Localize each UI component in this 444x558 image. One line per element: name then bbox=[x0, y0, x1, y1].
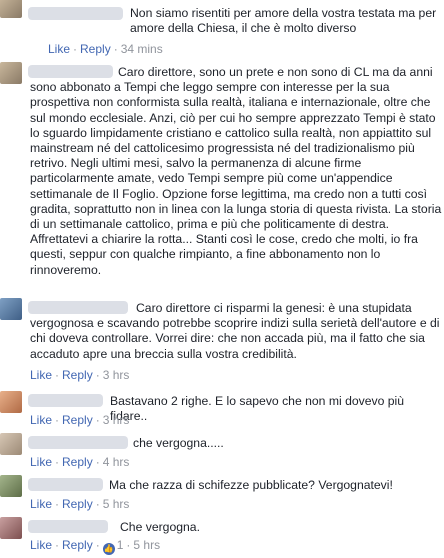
timestamp[interactable]: 5 hrs bbox=[103, 497, 130, 511]
avatar[interactable] bbox=[0, 62, 22, 84]
comment-actions: Like · Reply · 👍 1 · 5 hrs bbox=[30, 538, 160, 555]
separator: · bbox=[95, 413, 100, 427]
separator: · bbox=[95, 368, 100, 382]
like-button[interactable]: Like bbox=[30, 368, 52, 382]
like-button[interactable]: Like bbox=[30, 413, 52, 427]
reply-button[interactable]: Reply bbox=[62, 497, 93, 511]
separator: · bbox=[55, 455, 60, 469]
timestamp[interactable]: 34 mins bbox=[121, 42, 163, 56]
avatar[interactable] bbox=[0, 0, 22, 18]
comment-text: Caro direttore ci risparmi la genesi: è … bbox=[30, 301, 440, 361]
comment-text: Bastavano 2 righe. E lo sapevo che non m… bbox=[110, 394, 405, 424]
separator: · bbox=[55, 538, 60, 552]
comment-actions: Like · Reply · 34 mins bbox=[48, 42, 163, 56]
avatar[interactable] bbox=[0, 298, 22, 320]
comment-text: Che vergogna. bbox=[120, 520, 200, 534]
avatar[interactable] bbox=[0, 475, 22, 497]
avatar[interactable] bbox=[0, 433, 22, 455]
reaction-count[interactable]: 1 bbox=[117, 538, 124, 552]
avatar[interactable] bbox=[0, 391, 22, 413]
like-button[interactable]: Like bbox=[30, 455, 52, 469]
separator: · bbox=[95, 455, 100, 469]
commenter-name[interactable] bbox=[28, 520, 108, 533]
reply-button[interactable]: Reply bbox=[80, 42, 111, 56]
separator: · bbox=[55, 368, 60, 382]
separator: · bbox=[55, 497, 60, 511]
separator: · bbox=[113, 42, 118, 56]
reply-button[interactable]: Reply bbox=[62, 455, 93, 469]
timestamp[interactable]: 5 hrs bbox=[133, 538, 160, 552]
comment-actions: Like · Reply · 4 hrs bbox=[30, 455, 129, 469]
separator: · bbox=[95, 538, 100, 552]
comment-text: Non siamo risentiti per amore della vost… bbox=[130, 6, 437, 36]
comment-actions: Like · Reply · 3 hrs bbox=[30, 368, 129, 382]
commenter-name[interactable] bbox=[28, 7, 123, 20]
comment-actions: Like · Reply · 5 hrs bbox=[30, 497, 129, 511]
like-reaction-icon[interactable]: 👍 bbox=[102, 543, 115, 555]
separator: · bbox=[126, 538, 131, 552]
like-button[interactable]: Like bbox=[30, 497, 52, 511]
reply-button[interactable]: Reply bbox=[62, 413, 93, 427]
comment-text: Ma che razza di schifezze pubblicate? Ve… bbox=[109, 478, 393, 492]
timestamp[interactable]: 4 hrs bbox=[103, 455, 130, 469]
like-button[interactable]: Like bbox=[48, 42, 70, 56]
comment-text: Caro direttore, sono un prete e non sono… bbox=[30, 65, 442, 277]
comment-actions: Like · Reply · 3 hrs bbox=[30, 413, 129, 427]
separator: · bbox=[73, 42, 78, 56]
reply-button[interactable]: Reply bbox=[62, 368, 93, 382]
commenter-name[interactable] bbox=[28, 478, 103, 491]
commenter-name[interactable] bbox=[28, 436, 128, 449]
separator: · bbox=[95, 497, 100, 511]
avatar[interactable] bbox=[0, 517, 22, 539]
like-button[interactable]: Like bbox=[30, 538, 52, 552]
separator: · bbox=[55, 413, 60, 427]
timestamp[interactable]: 3 hrs bbox=[103, 368, 130, 382]
timestamp[interactable]: 3 hrs bbox=[103, 413, 130, 427]
commenter-name[interactable] bbox=[28, 394, 103, 407]
comment-text: che vergogna..... bbox=[133, 436, 224, 450]
reply-button[interactable]: Reply bbox=[62, 538, 93, 552]
